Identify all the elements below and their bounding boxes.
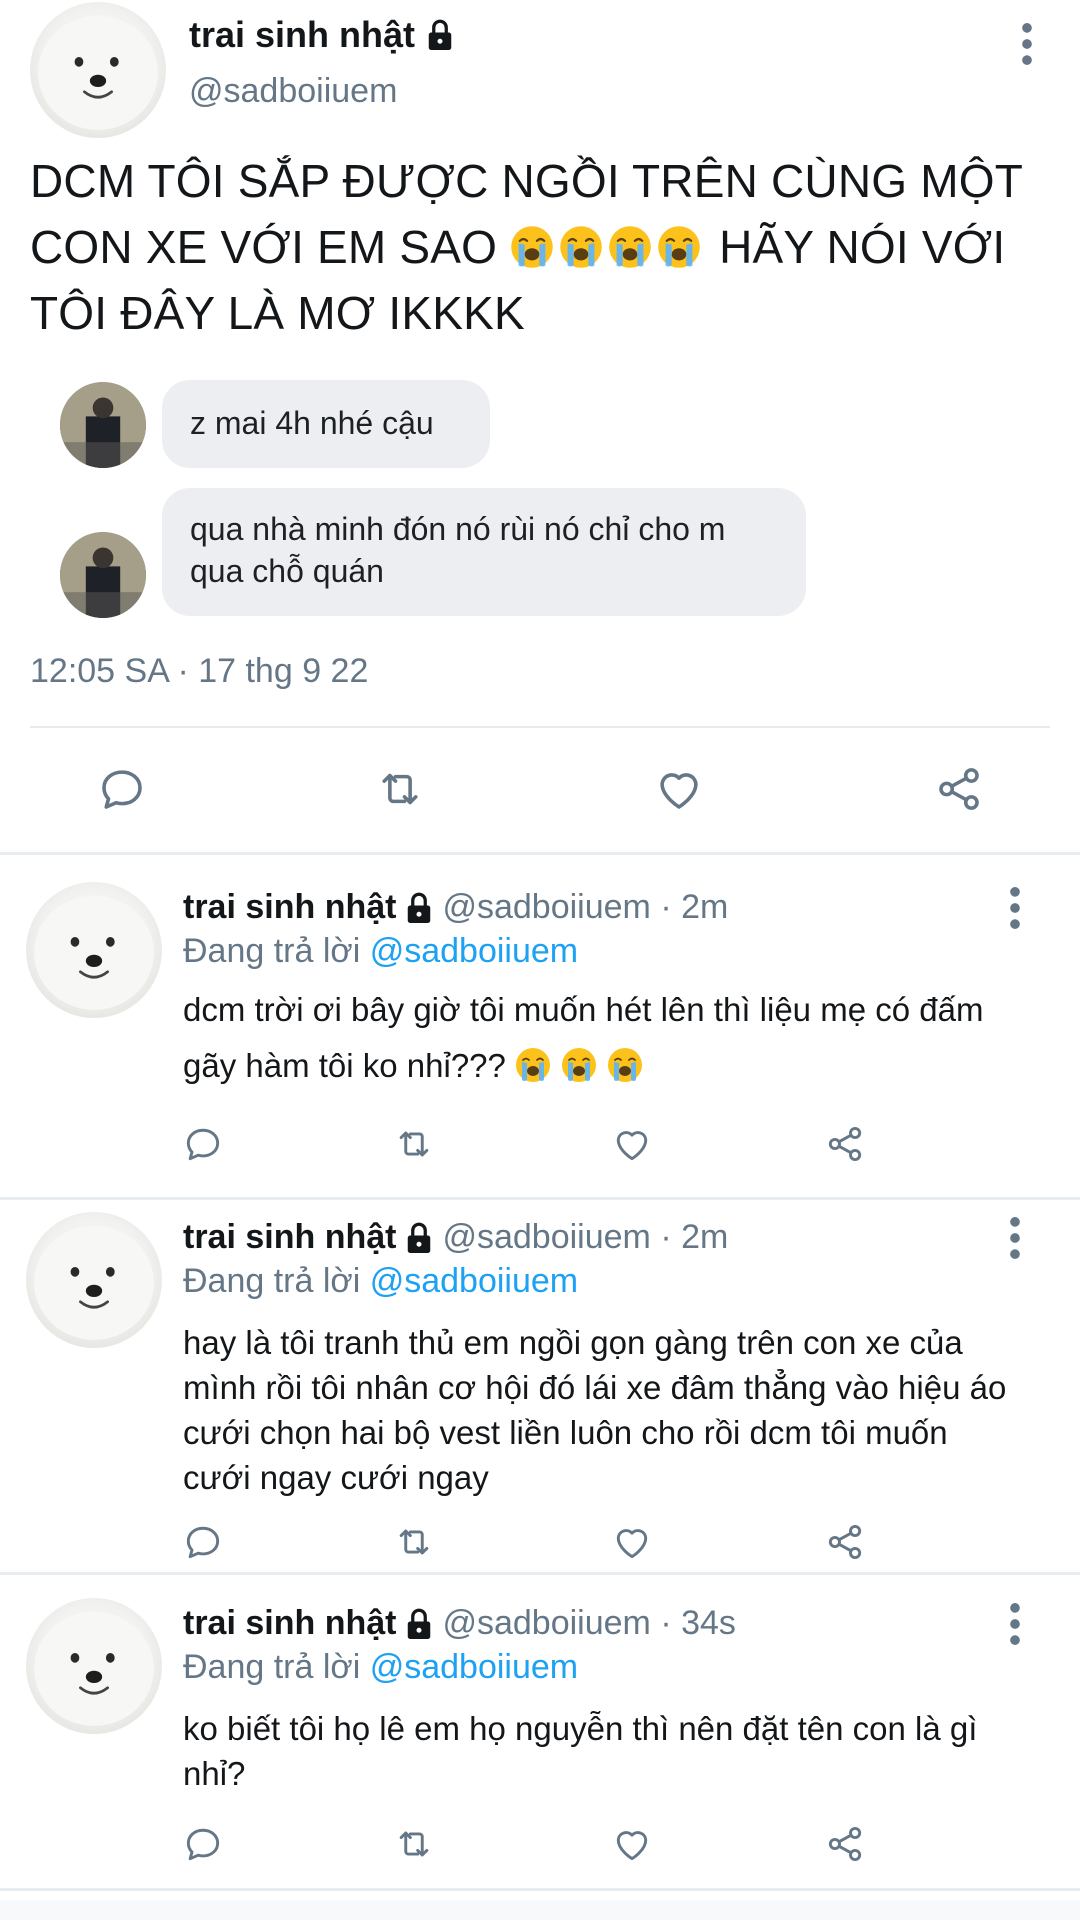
share-icon[interactable] (823, 1822, 867, 1866)
reply-tweet[interactable]: trai sinh nhật @sadboiiuem · 34s Đang tr… (0, 1598, 1080, 1898)
tweet-thread-page: trai sinh nhật @sadboiiuem DCM TÔI SẮP Đ… (0, 0, 1080, 1920)
reply-text: ko biết tôi họ lê em họ nguyễn thì nên đ… (183, 1710, 978, 1792)
reply-icon[interactable] (95, 762, 149, 816)
divider (30, 726, 1050, 728)
lock-icon (404, 1607, 434, 1641)
lock-icon (425, 18, 455, 52)
divider (0, 1888, 1080, 1891)
retweet-icon[interactable] (373, 762, 427, 816)
display-name-text[interactable]: trai sinh nhật (189, 14, 415, 56)
divider (0, 852, 1080, 855)
share-icon[interactable] (823, 1520, 867, 1564)
crying-face-emoji (559, 225, 603, 269)
display-name[interactable]: trai sinh nhật (183, 1604, 396, 1643)
next-tweet-edge (0, 1900, 1080, 1920)
crying-face-emoji (515, 1047, 551, 1083)
reply-text: hay là tôi tranh thủ em ngồi gọn gàng tr… (183, 1324, 1007, 1496)
heart-icon[interactable] (610, 1520, 654, 1564)
retweet-icon[interactable] (392, 1122, 436, 1166)
avatar[interactable] (26, 1212, 162, 1348)
reply-header: trai sinh nhật @sadboiiuem · 2m (183, 888, 728, 927)
reply-icon[interactable] (181, 1822, 225, 1866)
emoji-group (510, 221, 706, 273)
lock-icon (404, 1221, 434, 1255)
replying-prefix: Đang trả lời (183, 932, 361, 970)
replying-prefix: Đang trả lời (183, 1648, 361, 1686)
tweet-text: DCM TÔI SẮP ĐƯỢC NGỒI TRÊN CÙNG MỘT CON … (30, 148, 1060, 346)
handle-and-time: @sadboiiuem · 34s (442, 1604, 736, 1642)
lock-icon (404, 891, 434, 925)
replying-to: Đang trả lời @sadboiiuem (183, 932, 578, 971)
display-name[interactable]: trai sinh nhật (183, 888, 396, 927)
crying-face-emoji (561, 1047, 597, 1083)
crying-face-emoji (607, 1047, 643, 1083)
mention-link[interactable]: @sadboiiuem (370, 932, 578, 970)
handle[interactable]: @sadboiiuem (189, 72, 397, 111)
avatar[interactable] (30, 2, 166, 138)
chat-bubble: z mai 4h nhé cậu (162, 380, 490, 468)
replying-prefix: Đang trả lời (183, 1262, 361, 1300)
mention-link[interactable]: @sadboiiuem (370, 1262, 578, 1300)
crying-face-emoji (608, 225, 652, 269)
reply-icon[interactable] (181, 1520, 225, 1564)
emoji-group (515, 1047, 653, 1084)
avatar[interactable] (26, 1598, 162, 1734)
display-name[interactable]: trai sinh nhật (189, 14, 455, 56)
reply-icon[interactable] (181, 1122, 225, 1166)
reply-text: dcm trời ơi bây giờ tôi muốn hét lên thì… (183, 982, 1033, 1094)
heart-icon[interactable] (652, 762, 706, 816)
display-name[interactable]: trai sinh nhật (183, 1218, 396, 1257)
reply-header: trai sinh nhật @sadboiiuem · 34s (183, 1604, 736, 1643)
crying-face-emoji (657, 225, 701, 269)
replying-to: Đang trả lời @sadboiiuem (183, 1648, 578, 1687)
avatar[interactable] (26, 882, 162, 1018)
more-vertical-icon[interactable] (1000, 1602, 1030, 1646)
reply-header: trai sinh nhật @sadboiiuem · 2m (183, 1218, 728, 1257)
mention-link[interactable]: @sadboiiuem (370, 1648, 578, 1686)
divider (0, 1197, 1080, 1200)
chat-avatar (60, 532, 146, 618)
share-icon[interactable] (932, 762, 986, 816)
tweet-timestamp[interactable]: 12:05 SA · 17 thg 9 22 (30, 652, 368, 691)
retweet-icon[interactable] (392, 1822, 436, 1866)
more-vertical-icon[interactable] (1000, 886, 1030, 930)
more-vertical-icon[interactable] (1000, 1216, 1030, 1260)
crying-face-emoji (510, 225, 554, 269)
chat-avatar (60, 382, 146, 468)
divider (0, 1572, 1080, 1575)
heart-icon[interactable] (610, 1122, 654, 1166)
share-icon[interactable] (823, 1122, 867, 1166)
more-vertical-icon[interactable] (1012, 22, 1042, 66)
handle-and-time: @sadboiiuem · 2m (442, 1218, 729, 1256)
reply-tweet[interactable]: trai sinh nhật @sadboiiuem · 2m Đang trả… (0, 1212, 1080, 1562)
heart-icon[interactable] (610, 1822, 654, 1866)
retweet-icon[interactable] (392, 1520, 436, 1564)
replying-to: Đang trả lời @sadboiiuem (183, 1262, 578, 1301)
reply-tweet[interactable]: trai sinh nhật @sadboiiuem · 2m Đang trả… (0, 882, 1080, 1182)
handle-and-time: @sadboiiuem · 2m (442, 888, 729, 926)
chat-bubble: qua nhà minh đón nó rùi nó chỉ cho m qua… (162, 488, 806, 616)
